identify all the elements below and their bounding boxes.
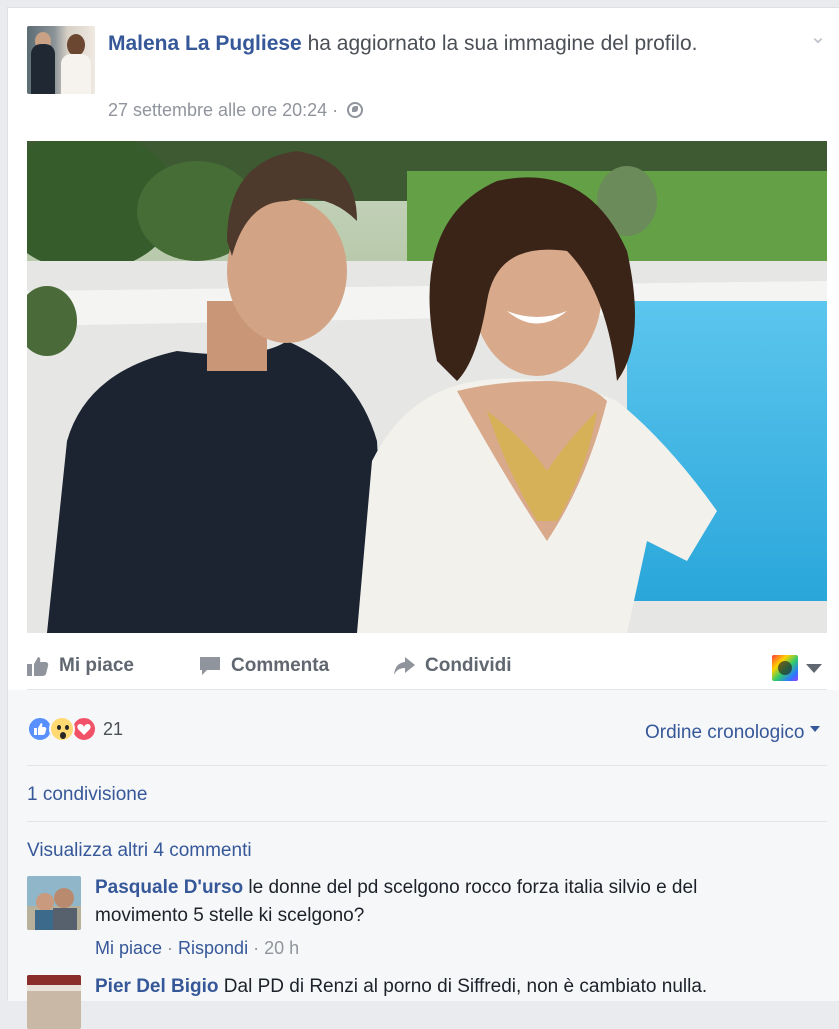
comment-reply-link[interactable]: Rispondi bbox=[178, 938, 248, 958]
comment-text: Pier Del Bigio Dal PD di Renzi al porno … bbox=[95, 976, 708, 997]
post-actions-bar: Mi piace Commenta Condividi bbox=[27, 640, 827, 690]
post-as-selector[interactable] bbox=[772, 655, 822, 681]
author-name-link[interactable]: Malena La Pugliese bbox=[108, 32, 302, 55]
like-button[interactable]: Mi piace bbox=[27, 653, 134, 679]
comment-text: Pasquale D'urso le donne del pd scelgono… bbox=[95, 877, 698, 926]
post-headline: Malena La Pugliese ha aggiornato la sua … bbox=[108, 28, 748, 59]
divider bbox=[27, 765, 827, 766]
comment-button[interactable]: Commenta bbox=[199, 653, 329, 679]
thumbs-up-icon bbox=[27, 656, 49, 676]
post-header: Malena La Pugliese ha aggiornato la sua … bbox=[27, 26, 827, 136]
post-timestamp: 27 settembre alle ore 20:24 · bbox=[108, 100, 364, 121]
timestamp-link[interactable]: 27 settembre alle ore 20:24 bbox=[108, 100, 327, 120]
like-label: Mi piace bbox=[59, 655, 134, 676]
feedback-section: 21 Ordine cronologico 1 condivisione Vis… bbox=[8, 690, 839, 1029]
divider bbox=[27, 821, 827, 822]
commenter-avatar[interactable] bbox=[27, 876, 81, 930]
sort-order-label: Ordine cronologico bbox=[645, 722, 805, 743]
author-avatar[interactable] bbox=[27, 26, 95, 94]
post-card: Malena La Pugliese ha aggiornato la sua … bbox=[7, 7, 839, 1029]
page-avatar bbox=[772, 655, 798, 681]
share-button[interactable]: Condividi bbox=[393, 653, 512, 679]
shares-link[interactable]: 1 condivisione bbox=[27, 784, 147, 806]
reaction-count: 21 bbox=[103, 718, 124, 739]
reactions-summary[interactable]: 21 bbox=[27, 716, 123, 742]
comment-meta: Mi piace · Rispondi · 20 h bbox=[95, 938, 300, 958]
view-more-comments-link[interactable]: Visualizza altri 4 commenti bbox=[27, 840, 252, 862]
globe-icon[interactable] bbox=[347, 102, 364, 118]
commenter-avatar[interactable] bbox=[27, 975, 81, 1029]
comment-label: Commenta bbox=[231, 655, 330, 676]
chevron-down-icon[interactable]: ⌄ bbox=[809, 27, 827, 47]
post-action-text: ha aggiornato la sua immagine del profil… bbox=[301, 32, 698, 55]
commenter-name-link[interactable]: Pasquale D'urso bbox=[95, 877, 243, 898]
comment-like-link[interactable]: Mi piace bbox=[95, 938, 162, 958]
comment-icon bbox=[199, 656, 221, 676]
caret-down-icon bbox=[806, 663, 822, 673]
wow-reaction-icon bbox=[49, 716, 75, 742]
share-arrow-icon bbox=[393, 656, 415, 676]
commenter-name-link[interactable]: Pier Del Bigio bbox=[95, 976, 219, 997]
sort-order-dropdown[interactable]: Ordine cronologico bbox=[645, 722, 821, 744]
share-label: Condividi bbox=[425, 655, 512, 676]
comment-time[interactable]: 20 h bbox=[264, 938, 299, 958]
profile-photo[interactable] bbox=[27, 141, 827, 633]
caret-down-icon bbox=[810, 726, 821, 732]
